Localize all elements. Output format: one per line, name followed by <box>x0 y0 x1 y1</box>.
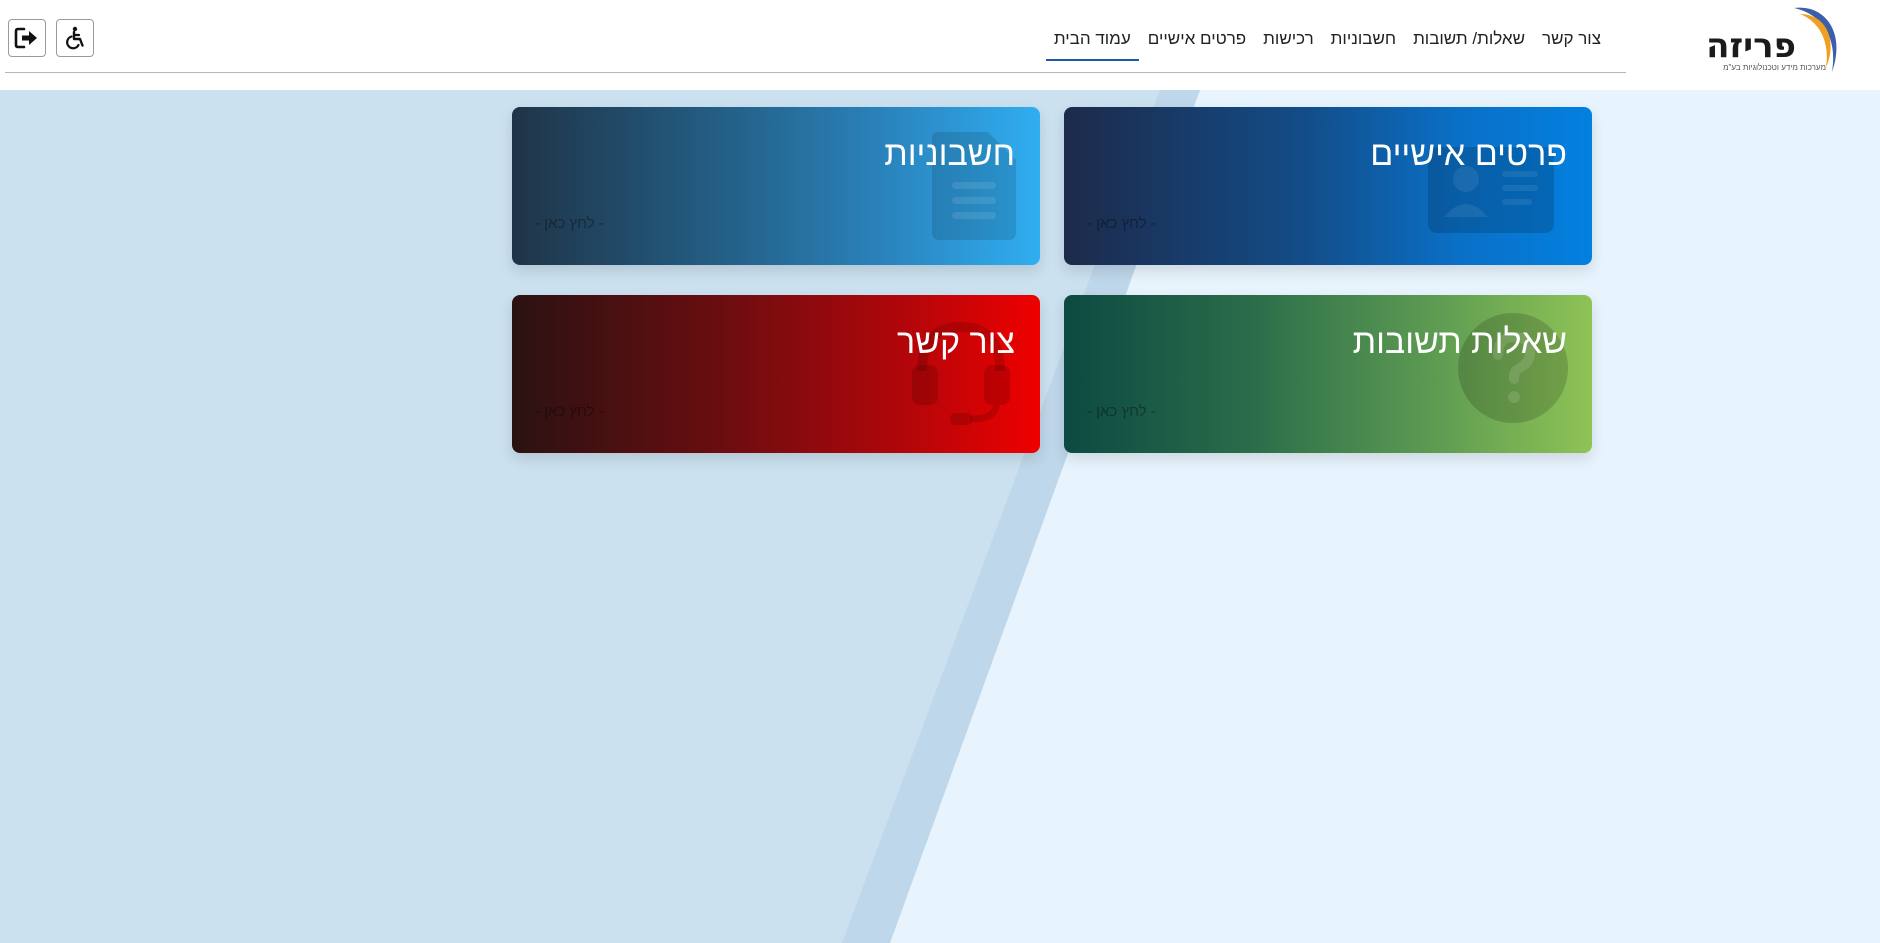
accessibility-button[interactable] <box>56 19 94 57</box>
page: פריזה מערכות מידע וטכנולוגיות בע"מ עמוד … <box>0 0 1880 943</box>
logout-icon <box>14 27 37 49</box>
header-divider <box>5 72 1626 73</box>
nav-item-home[interactable]: עמוד הבית <box>1045 22 1139 61</box>
card-click-here: - לחץ כאן - <box>535 215 604 232</box>
card-click-here: - לחץ כאן - <box>1087 215 1156 232</box>
nav-item-faq[interactable]: שאלות/ תשובות <box>1405 22 1533 61</box>
brand-name: פריזה <box>1706 26 1796 66</box>
card-title: שאלות תשובות <box>1352 323 1567 361</box>
nav-item-purchases[interactable]: רכישות <box>1255 22 1322 61</box>
nav-item-contact[interactable]: צור קשר <box>1534 22 1609 61</box>
card-contact[interactable]: צור קשר - לחץ כאן - <box>512 295 1040 453</box>
card-faq[interactable]: שאלות תשובות - לחץ כאן - <box>1064 295 1592 453</box>
card-invoices[interactable]: חשבוניות - לחץ כאן - <box>512 107 1040 265</box>
wheelchair-icon <box>66 26 84 50</box>
card-personal-details[interactable]: פרטים אישיים - לחץ כאן - <box>1064 107 1592 265</box>
brand-logo[interactable]: פריזה מערכות מידע וטכנולוגיות בע"מ <box>1706 4 1856 73</box>
card-click-here: - לחץ כאן - <box>535 403 604 420</box>
brand-tagline: מערכות מידע וטכנולוגיות בע"מ <box>1723 63 1826 72</box>
nav-item-personal[interactable]: פרטים אישיים <box>1140 22 1254 61</box>
header: פריזה מערכות מידע וטכנולוגיות בע"מ עמוד … <box>0 0 1880 90</box>
card-title: צור קשר <box>896 323 1015 361</box>
card-title: פרטים אישיים <box>1370 135 1567 173</box>
card-title: חשבוניות <box>884 135 1015 173</box>
logout-button[interactable] <box>8 19 46 57</box>
nav-item-invoices[interactable]: חשבוניות <box>1323 22 1404 61</box>
card-click-here: - לחץ כאן - <box>1087 403 1156 420</box>
main-nav: עמוד הבית פרטים אישיים רכישות חשבוניות ש… <box>1045 22 1609 61</box>
